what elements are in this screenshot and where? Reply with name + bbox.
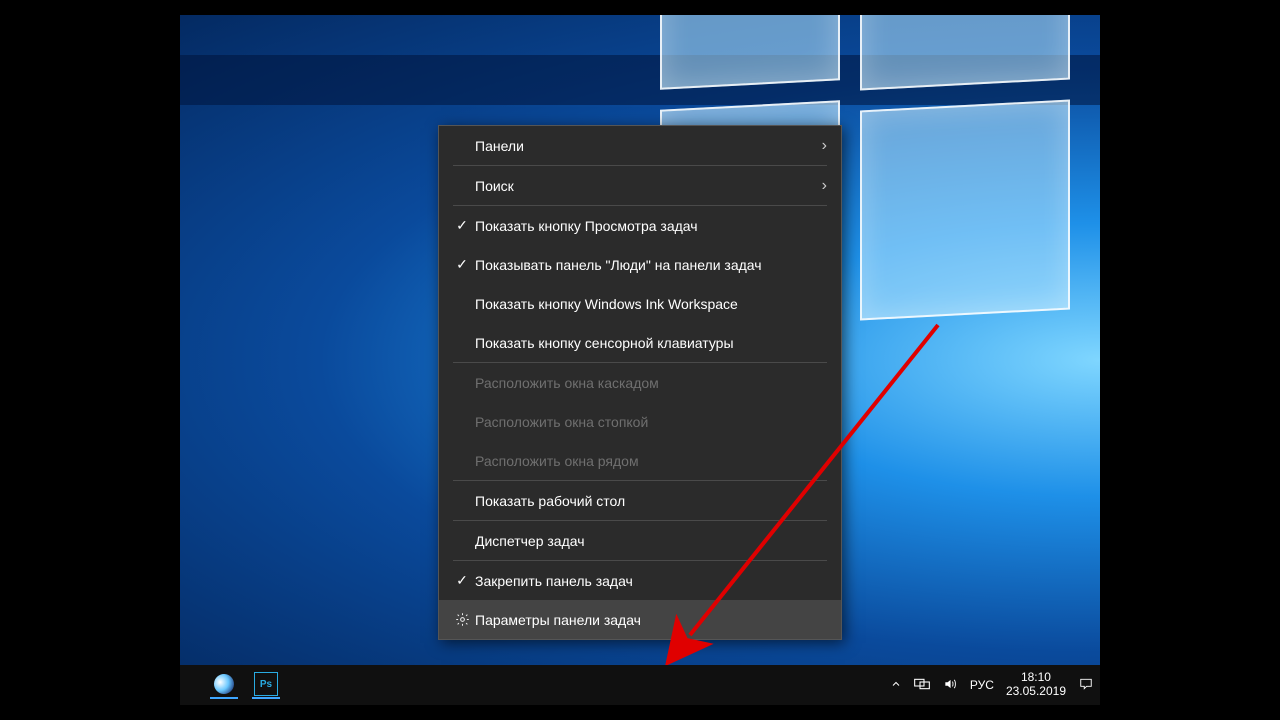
clock-time: 18:10 [1006,671,1066,685]
menu-item-task-manager[interactable]: Диспетчер задач [439,521,841,560]
menu-item-label: Параметры панели задач [475,612,827,628]
volume-icon[interactable] [942,677,958,694]
chevron-right-icon: › [822,177,827,195]
menu-item-show-ink[interactable]: Показать кнопку Windows Ink Workspace [439,284,841,323]
menu-item-label: Диспетчер задач [475,533,827,549]
cortana-icon[interactable] [210,671,238,699]
clock-date: 23.05.2019 [1006,685,1066,699]
check-icon: ✓ [456,572,468,589]
menu-item-toolbars[interactable]: Панели › [439,126,841,165]
language-indicator[interactable]: РУС [970,678,994,692]
menu-item-search[interactable]: Поиск › [439,166,841,205]
photoshop-icon[interactable]: Ps [252,671,280,699]
menu-item-label: Поиск [475,178,822,194]
taskbar[interactable]: Ps РУС 18:10 23.05.2019 [180,665,1100,705]
gear-icon [455,612,470,627]
tray-clock[interactable]: 18:10 23.05.2019 [1006,671,1066,699]
wallpaper-pane [860,15,1070,91]
menu-item-show-desktop[interactable]: Показать рабочий стол [439,481,841,520]
taskbar-left: Ps [180,671,280,699]
menu-item-label: Панели [475,138,822,154]
menu-item-show-taskview[interactable]: ✓ Показать кнопку Просмотра задач [439,206,841,245]
ps-label: Ps [254,672,278,696]
tray-overflow-icon[interactable] [890,678,902,693]
wallpaper-pane [860,99,1070,320]
menu-item-label: Показывать панель "Люди" на панели задач [475,257,827,273]
menu-item-label: Закрепить панель задач [475,573,827,589]
menu-item-label: Расположить окна каскадом [475,375,827,391]
menu-item-cascade: Расположить окна каскадом [439,363,841,402]
menu-item-label: Показать рабочий стол [475,493,827,509]
menu-item-show-keyboard[interactable]: Показать кнопку сенсорной клавиатуры [439,323,841,362]
menu-item-taskbar-settings[interactable]: Параметры панели задач [439,600,841,639]
action-center-icon[interactable] [1078,677,1094,694]
system-tray: РУС 18:10 23.05.2019 [890,671,1100,699]
menu-item-label: Показать кнопку сенсорной клавиатуры [475,335,827,351]
taskbar-context-menu: Панели › Поиск › ✓ Показать кнопку Просм… [438,125,842,640]
menu-item-lock-taskbar[interactable]: ✓ Закрепить панель задач [439,561,841,600]
menu-item-sidebyside: Расположить окна рядом [439,441,841,480]
wallpaper-pane [660,15,840,90]
menu-item-stack: Расположить окна стопкой [439,402,841,441]
check-icon: ✓ [456,256,468,273]
menu-item-label: Показать кнопку Windows Ink Workspace [475,296,827,312]
menu-item-label: Показать кнопку Просмотра задач [475,218,827,234]
desktop[interactable]: Панели › Поиск › ✓ Показать кнопку Просм… [180,15,1100,705]
menu-item-label: Расположить окна рядом [475,453,827,469]
menu-item-label: Расположить окна стопкой [475,414,827,430]
chevron-right-icon: › [822,137,827,155]
menu-item-show-people[interactable]: ✓ Показывать панель "Люди" на панели зад… [439,245,841,284]
project-icon[interactable] [914,677,930,694]
check-icon: ✓ [456,217,468,234]
